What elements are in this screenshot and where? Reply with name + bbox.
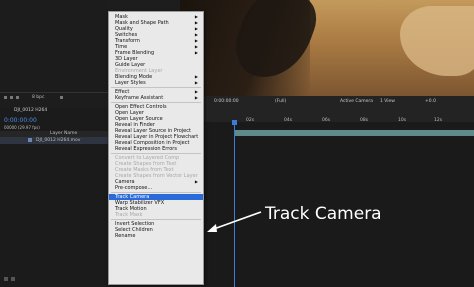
menu-item-label: Pre-compose... xyxy=(115,185,153,191)
camera-select[interactable]: Active Camera xyxy=(340,99,373,104)
footage-icon xyxy=(28,138,32,142)
layer-context-menu: Mask ▶ Mask and Shape Path ▶ Quality ▶ Switche… xyxy=(108,11,204,285)
menu-separator xyxy=(111,192,201,193)
menu-item-layer-styles[interactable]: Layer Styles ▶ xyxy=(115,80,201,86)
current-time-indicator[interactable] xyxy=(234,122,235,287)
playhead-handle[interactable] xyxy=(232,120,237,125)
layer-name[interactable]: DJI_0012 H264.mov xyxy=(36,138,80,143)
composition-viewer[interactable] xyxy=(180,0,474,96)
viewer-timecode[interactable]: 0:00:00:00 xyxy=(214,99,239,104)
new-folder-icon[interactable] xyxy=(10,96,13,99)
menu-separator xyxy=(111,102,201,103)
menu-item-reveal-expression-errors[interactable]: Reveal Expression Errors xyxy=(115,146,201,152)
resolution-select[interactable]: (Full) xyxy=(275,99,286,104)
ruler-tick: 06s xyxy=(322,118,331,123)
ruler-tick: 12s xyxy=(434,118,443,123)
annotation-label: Track Camera xyxy=(265,204,382,224)
toggle-modes-icon[interactable] xyxy=(11,277,15,281)
timeline-layer-panel: DJI_0012 H264 0:00:00:00 00000 (29.97 fp… xyxy=(0,108,108,287)
viewer-toolbar: 0:00:00:00 (Full) Active Camera 1 View +… xyxy=(180,96,474,108)
project-panel: 8 bpc xyxy=(0,0,108,100)
menu-item-label: Reveal Expression Errors xyxy=(115,146,177,152)
frame-count: 00000 (29.97 fps) xyxy=(4,125,40,130)
bit-depth-label[interactable]: 8 bpc xyxy=(32,95,44,100)
menu-separator xyxy=(111,153,201,154)
ruler-tick: 02s xyxy=(246,118,255,123)
menu-item-label: Layer Styles xyxy=(115,80,146,86)
ruler-tick: 04s xyxy=(284,118,293,123)
annotation-arrow xyxy=(207,211,262,232)
exposure-value[interactable]: +0.0 xyxy=(425,99,436,104)
comp-tab[interactable]: DJI_0012 H264 xyxy=(14,108,47,113)
current-timecode[interactable]: 0:00:00:00 xyxy=(4,117,37,124)
layer-duration-bar[interactable] xyxy=(234,130,474,136)
trash-icon[interactable] xyxy=(60,96,63,99)
menu-separator xyxy=(111,219,201,220)
ruler-tick: 10s xyxy=(398,118,407,123)
menu-item-track-mask: Track Mask xyxy=(115,212,201,218)
submenu-arrow-icon: ▶ xyxy=(194,80,198,85)
menu-item-rename[interactable]: Rename xyxy=(115,233,201,239)
interpret-footage-icon[interactable] xyxy=(4,96,7,99)
menu-item-keyframe-assistant[interactable]: Keyframe Assistant ▶ xyxy=(115,95,201,101)
menu-item-label: Rename xyxy=(115,233,136,239)
menu-item-label: Keyframe Assistant xyxy=(115,95,164,101)
new-composition-icon[interactable] xyxy=(16,96,19,99)
panel-divider xyxy=(0,92,108,93)
timeline-graph-area[interactable]: 02s 04s 06s 08s 10s 12s xyxy=(204,108,474,287)
toggle-switches-icon[interactable] xyxy=(4,277,8,281)
ruler-tick: 08s xyxy=(360,118,369,123)
view-layout-select[interactable]: 1 View xyxy=(380,99,395,104)
viewer-image-rock xyxy=(400,6,474,76)
column-layer-name: Layer Name xyxy=(50,131,78,136)
menu-item-pre-compose[interactable]: Pre-compose... xyxy=(115,185,201,191)
menu-separator xyxy=(111,87,201,88)
menu-item-label: Track Mask xyxy=(115,212,143,218)
submenu-arrow-icon: ▶ xyxy=(194,95,198,100)
